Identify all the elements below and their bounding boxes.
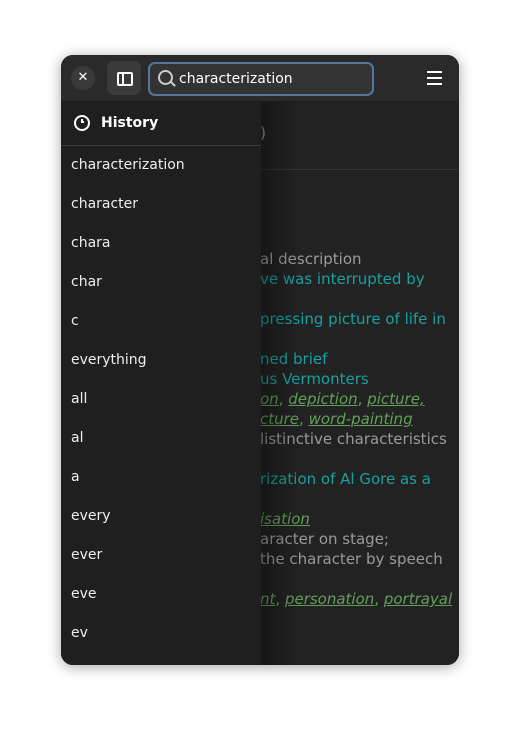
history-title: History — [101, 115, 159, 131]
header-bar: ✕ — [61, 55, 459, 102]
history-item[interactable]: char — [61, 263, 261, 302]
search-icon — [158, 70, 173, 85]
close-button[interactable]: ✕ — [71, 66, 95, 90]
synonym-link[interactable]: picture, — [367, 390, 425, 408]
sidebar-shadow — [261, 102, 301, 665]
history-header: History — [61, 102, 261, 146]
synonym-link[interactable]: portrayal — [384, 590, 452, 608]
sidebar-icon — [117, 72, 133, 86]
history-item[interactable]: every — [61, 497, 261, 536]
history-item[interactable]: chara — [61, 224, 261, 263]
history-item[interactable]: characterization — [61, 146, 261, 185]
history-item[interactable]: ever — [61, 536, 261, 575]
history-item[interactable]: all — [61, 380, 261, 419]
history-item[interactable]: character — [61, 185, 261, 224]
search-field[interactable] — [148, 62, 374, 96]
history-item[interactable]: ev — [61, 614, 261, 653]
history-item[interactable]: eve — [61, 575, 261, 614]
toggle-sidebar-button[interactable] — [107, 61, 141, 95]
history-item[interactable]: a — [61, 458, 261, 497]
history-item[interactable]: c — [61, 302, 261, 341]
search-input[interactable] — [179, 64, 364, 94]
history-item[interactable]: everything — [61, 341, 261, 380]
clock-icon — [74, 115, 90, 131]
history-item[interactable]: al — [61, 419, 261, 458]
synonym-link[interactable]: word-painting — [309, 410, 413, 428]
dictionary-window: o) al descriptionve was interrupted bypr… — [61, 55, 459, 665]
menu-button[interactable] — [427, 71, 442, 89]
history-sidebar: History characterization character chara ch… — [61, 102, 261, 665]
